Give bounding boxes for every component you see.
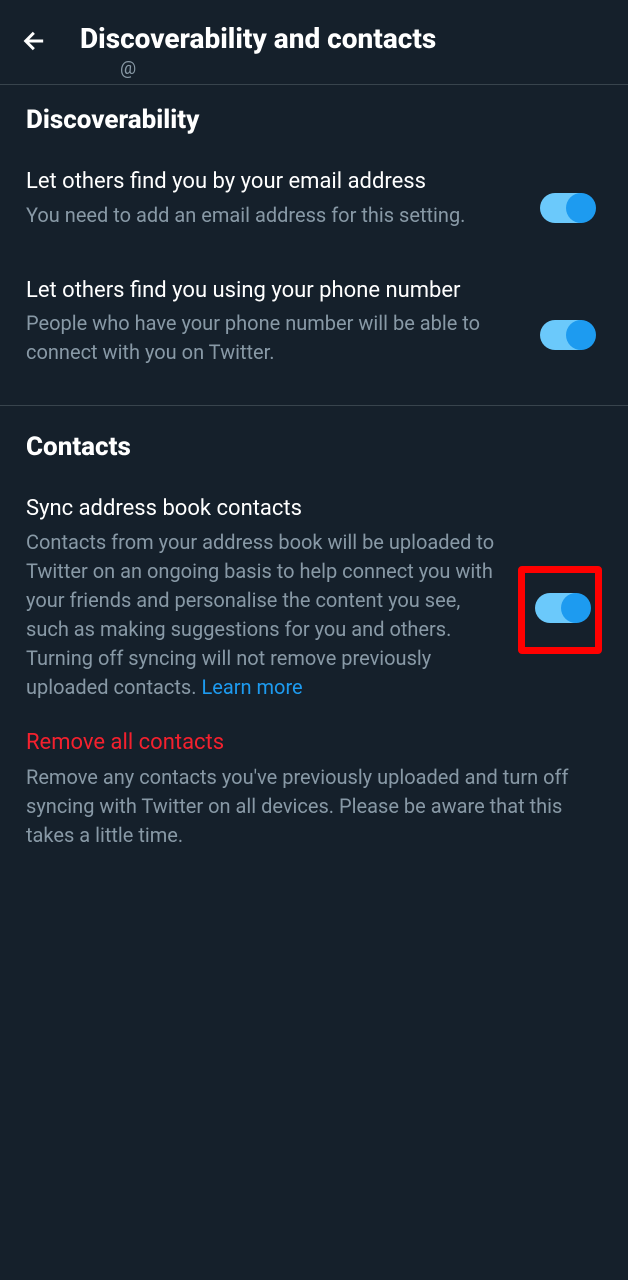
learn-more-link[interactable]: Learn more bbox=[201, 675, 302, 699]
sync-label: Sync address book contacts bbox=[26, 494, 502, 524]
back-arrow-icon[interactable] bbox=[20, 26, 50, 56]
discoverability-section: Discoverability Let others find you by y… bbox=[0, 85, 628, 399]
phone-toggle[interactable] bbox=[540, 320, 594, 350]
remove-contacts-row[interactable]: Remove all contacts Remove any contacts … bbox=[26, 702, 602, 850]
sync-desc-text: Contacts from your address book will be … bbox=[26, 530, 494, 699]
section-divider bbox=[0, 405, 628, 406]
sync-toggle[interactable] bbox=[535, 593, 589, 623]
sync-desc: Contacts from your address book will be … bbox=[26, 528, 502, 702]
email-discoverability-row: Let others find you by your email addres… bbox=[26, 167, 602, 230]
email-label: Let others find you by your email addres… bbox=[26, 167, 516, 197]
phone-toggle-wrap bbox=[540, 276, 602, 350]
header: Discoverability and contacts @ bbox=[0, 0, 628, 66]
email-text: Let others find you by your email addres… bbox=[26, 167, 540, 230]
email-toggle[interactable] bbox=[540, 193, 594, 223]
sync-contacts-row: Sync address book contacts Contacts from… bbox=[26, 494, 602, 702]
toggle-knob bbox=[566, 193, 596, 223]
contacts-section: Contacts Sync address book contacts Cont… bbox=[0, 412, 628, 862]
phone-label: Let others find you using your phone num… bbox=[26, 276, 516, 306]
toggle-knob bbox=[566, 320, 596, 350]
phone-desc: People who have your phone number will b… bbox=[26, 309, 516, 367]
page-title: Discoverability and contacts bbox=[80, 22, 436, 55]
header-subtitle: @ bbox=[120, 58, 136, 79]
remove-contacts-label: Remove all contacts bbox=[26, 730, 602, 755]
phone-text: Let others find you using your phone num… bbox=[26, 276, 540, 368]
toggle-knob bbox=[561, 593, 591, 623]
discoverability-title: Discoverability bbox=[26, 105, 602, 135]
contacts-title: Contacts bbox=[26, 432, 602, 462]
remove-contacts-desc: Remove any contacts you've previously up… bbox=[26, 763, 602, 850]
phone-discoverability-row: Let others find you using your phone num… bbox=[26, 276, 602, 368]
sync-text: Sync address book contacts Contacts from… bbox=[26, 494, 518, 702]
email-toggle-wrap bbox=[540, 167, 602, 223]
sync-toggle-highlight bbox=[518, 566, 602, 654]
email-desc: You need to add an email address for thi… bbox=[26, 201, 516, 230]
